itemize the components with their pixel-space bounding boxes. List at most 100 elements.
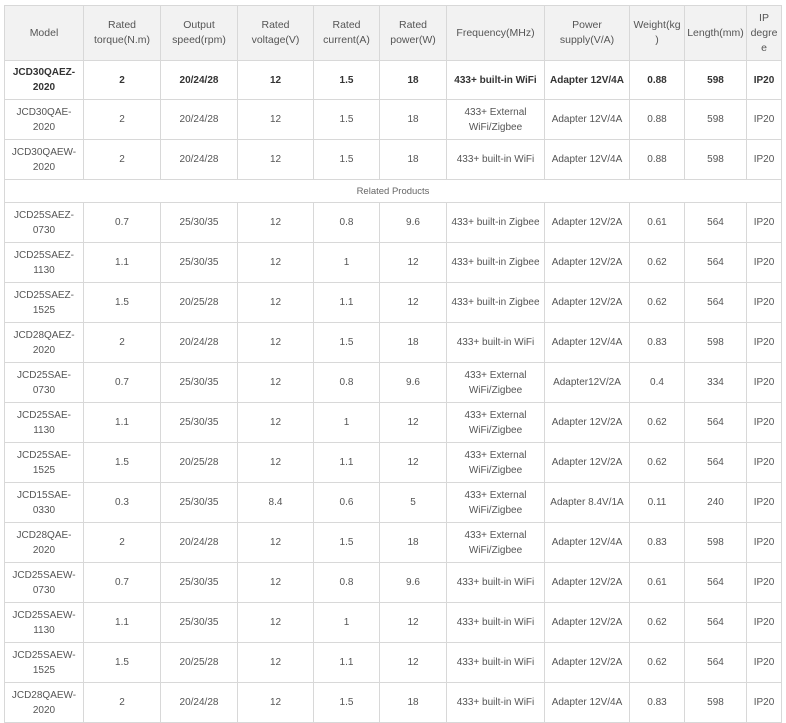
cell-ip: IP20 (746, 682, 782, 723)
cell-weight: 0.88 (629, 60, 685, 100)
cell-ip: IP20 (746, 202, 782, 243)
cell-torque: 1.5 (83, 282, 161, 323)
cell-torque: 1.1 (83, 402, 161, 443)
cell-power: 18 (379, 139, 447, 180)
cell-voltage: 12 (237, 682, 314, 723)
cell-weight: 0.88 (629, 139, 685, 180)
cell-speed: 20/24/28 (160, 522, 238, 563)
table-row: JCD25SAE-0730 0.7 25/30/35 12 0.8 9.6 433+ Ext… (4, 362, 782, 403)
cell-weight: 0.83 (629, 522, 685, 563)
cell-length: 598 (684, 99, 747, 140)
cell-speed: 25/30/35 (160, 562, 238, 603)
cell-current: 1 (313, 402, 380, 443)
cell-voltage: 12 (237, 282, 314, 323)
cell-frequency: 433+ built-in WiFi (446, 60, 545, 100)
cell-ip: IP20 (746, 522, 782, 563)
cell-speed: 20/24/28 (160, 322, 238, 363)
cell-weight: 0.83 (629, 682, 685, 723)
cell-torque: 0.7 (83, 362, 161, 403)
cell-current: 1.5 (313, 60, 380, 100)
cell-power: 12 (379, 282, 447, 323)
cell-torque: 2 (83, 99, 161, 140)
section-label-related-products: Related Products (4, 179, 782, 203)
cell-speed: 20/24/28 (160, 139, 238, 180)
cell-ip: IP20 (746, 322, 782, 363)
cell-voltage: 12 (237, 642, 314, 683)
cell-weight: 0.61 (629, 202, 685, 243)
cell-voltage: 12 (237, 99, 314, 140)
cell-model: JCD15SAE-0330 (4, 482, 84, 523)
cell-weight: 0.62 (629, 402, 685, 443)
cell-power: 9.6 (379, 562, 447, 603)
cell-ip: IP20 (746, 282, 782, 323)
cell-weight: 0.62 (629, 282, 685, 323)
cell-length: 598 (684, 139, 747, 180)
header-supply: Power supply(V/A) (544, 5, 630, 61)
cell-model: JCD25SAEZ-1525 (4, 282, 84, 323)
cell-torque: 2 (83, 322, 161, 363)
cell-torque: 0.3 (83, 482, 161, 523)
table-row-featured: JCD30QAEZ-2020 2 20/24/28 12 1.5 18 433+… (4, 60, 782, 100)
cell-supply: Adapter 12V/2A (544, 242, 630, 283)
cell-supply: Adapter 12V/2A (544, 602, 630, 643)
table-row: JCD25SAEW-1525 1.5 20/25/28 12 1.1 12 433+ bui… (4, 642, 782, 683)
cell-supply: Adapter 12V/4A (544, 682, 630, 723)
cell-ip: IP20 (746, 139, 782, 180)
cell-voltage: 12 (237, 522, 314, 563)
cell-model: JCD25SAEZ-1130 (4, 242, 84, 283)
cell-frequency: 433+ External WiFi/Zigbee (446, 362, 545, 403)
cell-current: 1 (313, 602, 380, 643)
cell-length: 598 (684, 322, 747, 363)
cell-speed: 20/24/28 (160, 99, 238, 140)
table-row: JCD25SAE-1130 1.1 25/30/35 12 1 12 433+ Extern… (4, 402, 782, 443)
header-current: Rated current(A) (313, 5, 380, 61)
cell-supply: Adapter 12V/2A (544, 642, 630, 683)
cell-frequency: 433+ External WiFi/Zigbee (446, 402, 545, 443)
table-row: JCD30QAE-2020 2 20/24/28 12 1.5 18 433+ … (4, 99, 782, 140)
cell-weight: 0.4 (629, 362, 685, 403)
cell-model: JCD25SAE-1525 (4, 442, 84, 483)
cell-length: 334 (684, 362, 747, 403)
cell-model: JCD25SAE-1130 (4, 402, 84, 443)
header-torque: Rated torque(N.m) (83, 5, 161, 61)
cell-power: 12 (379, 402, 447, 443)
table-row: JCD30QAEW-2020 2 20/24/28 12 1.5 18 433+… (4, 139, 782, 180)
cell-model: JCD28QAEW-2020 (4, 682, 84, 723)
cell-frequency: 433+ built-in WiFi (446, 682, 545, 723)
cell-power: 18 (379, 322, 447, 363)
cell-length: 240 (684, 482, 747, 523)
cell-ip: IP20 (746, 402, 782, 443)
header-frequency: Frequency(MHz) (446, 5, 545, 61)
header-weight: Weight(kg) (629, 5, 685, 61)
cell-current: 0.8 (313, 202, 380, 243)
cell-length: 598 (684, 60, 747, 100)
cell-supply: Adapter 12V/2A (544, 562, 630, 603)
cell-model: JCD25SAEW-1130 (4, 602, 84, 643)
cell-speed: 25/30/35 (160, 242, 238, 283)
cell-length: 564 (684, 282, 747, 323)
table-row: JCD25SAEZ-1130 1.1 25/30/35 12 1 12 433+ built… (4, 242, 782, 283)
page: Model Rated torque(N.m) Output speed(rpm… (0, 0, 786, 723)
cell-torque: 2 (83, 682, 161, 723)
cell-speed: 25/30/35 (160, 482, 238, 523)
cell-model: JCD30QAEW-2020 (4, 139, 84, 180)
cell-current: 1.5 (313, 99, 380, 140)
cell-torque: 0.7 (83, 202, 161, 243)
header-model: Model (4, 5, 84, 61)
cell-voltage: 8.4 (237, 482, 314, 523)
table-row: JCD25SAEW-1130 1.1 25/30/35 12 1 12 433+ built… (4, 602, 782, 643)
cell-torque: 0.7 (83, 562, 161, 603)
cell-power: 12 (379, 242, 447, 283)
cell-weight: 0.62 (629, 442, 685, 483)
cell-supply: Adapter 8.4V/1A (544, 482, 630, 523)
cell-voltage: 12 (237, 60, 314, 100)
cell-weight: 0.62 (629, 642, 685, 683)
cell-model: JCD30QAE-2020 (4, 99, 84, 140)
cell-torque: 2 (83, 60, 161, 100)
cell-supply: Adapter 12V/4A (544, 522, 630, 563)
cell-power: 12 (379, 602, 447, 643)
cell-model: JCD25SAE-0730 (4, 362, 84, 403)
cell-current: 1.5 (313, 682, 380, 723)
cell-torque: 2 (83, 522, 161, 563)
cell-torque: 1.5 (83, 642, 161, 683)
